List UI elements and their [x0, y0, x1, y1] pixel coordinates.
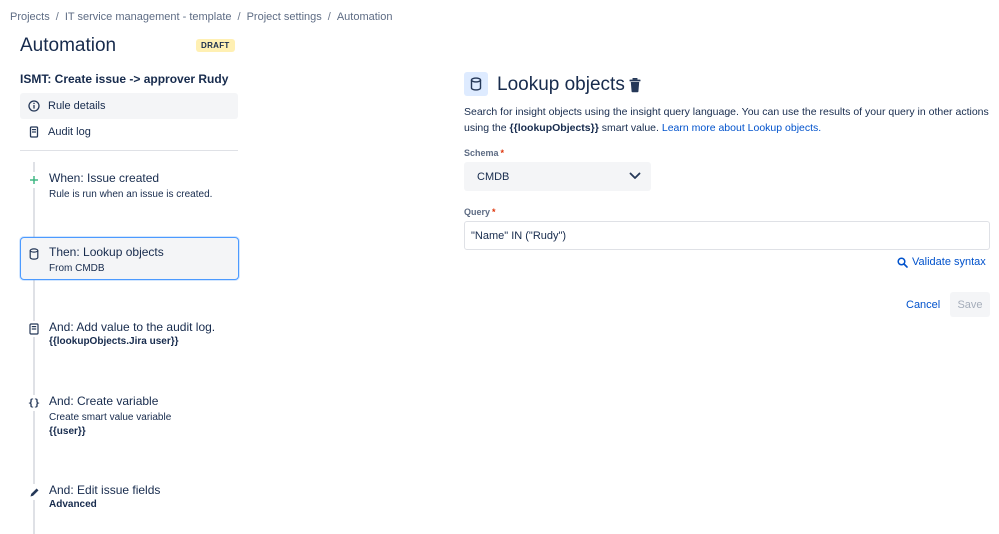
smart-value: {{lookupObjects}} [509, 122, 599, 134]
step-smart-value: Advanced [49, 499, 97, 510]
nav-rule-details[interactable]: Rule details [20, 93, 238, 119]
breadcrumb-projects[interactable]: Projects [10, 11, 50, 23]
required-mark: * [492, 207, 496, 217]
nav-rule-details-label: Rule details [48, 100, 106, 112]
schema-value: CMDB [477, 170, 510, 183]
page-title: Automation [20, 35, 117, 56]
breadcrumb-automation[interactable]: Automation [337, 11, 393, 23]
info-icon [28, 100, 40, 112]
query-label: Query * [464, 207, 496, 217]
query-input[interactable] [464, 221, 990, 250]
validate-syntax-button[interactable]: Validate syntax [897, 256, 986, 268]
schema-label: Schema * [464, 148, 505, 158]
step-title: And: Edit issue fields [49, 483, 161, 497]
step-subtitle: Rule is run when an issue is created. [49, 189, 213, 200]
plus-icon [26, 172, 42, 188]
step-title: When: Issue created [49, 171, 160, 185]
step-title: And: Add value to the audit log. [49, 320, 216, 334]
save-button[interactable]: Save [950, 292, 990, 317]
step-smart-value: {{user}} [49, 426, 86, 437]
required-mark: * [500, 148, 505, 158]
step-create-variable[interactable]: {} And: Create variable Create smart val… [20, 386, 239, 446]
nav-audit-log-label: Audit log [48, 126, 91, 138]
rule-name: ISMT: Create issue -> approver Rudy [20, 72, 229, 86]
breadcrumb-project[interactable]: IT service management - template [65, 11, 232, 23]
database-icon [26, 246, 42, 262]
step-audit-log[interactable]: And: Add value to the audit log. {{looku… [20, 312, 239, 356]
step-lookup-objects[interactable]: Then: Lookup objects From CMDB [20, 237, 239, 280]
chevron-down-icon [629, 171, 641, 183]
trash-icon[interactable] [628, 77, 642, 93]
audit-log-icon [28, 126, 40, 138]
panel-title: Lookup objects [497, 74, 625, 95]
database-icon [464, 72, 488, 96]
pencil-icon [26, 484, 42, 500]
step-subtitle: From CMDB [49, 263, 105, 274]
draft-badge: DRAFT [196, 39, 235, 52]
step-edit-issue[interactable]: And: Edit issue fields Advanced [20, 475, 239, 519]
document-icon [26, 321, 42, 337]
schema-select[interactable]: CMDB [464, 162, 651, 191]
search-icon [897, 256, 908, 268]
breadcrumb: Projects / IT service management - templat… [10, 11, 393, 23]
step-title: Then: Lookup objects [49, 245, 164, 259]
braces-icon: {} [26, 395, 42, 411]
step-title: And: Create variable [49, 394, 159, 408]
learn-more-link[interactable]: Learn more about Lookup objects. [662, 122, 821, 134]
step-smart-value: {{lookupObjects.Jira user}} [49, 336, 179, 347]
nav-audit-log[interactable]: Audit log [20, 119, 238, 145]
divider [20, 150, 238, 151]
step-trigger[interactable]: When: Issue created Rule is run when an … [20, 163, 239, 209]
panel-description: Search for insight objects using the ins… [464, 106, 989, 134]
breadcrumb-project-settings[interactable]: Project settings [247, 11, 322, 23]
step-subtitle: Create smart value variable [49, 412, 172, 423]
cancel-button[interactable]: Cancel [900, 294, 946, 316]
